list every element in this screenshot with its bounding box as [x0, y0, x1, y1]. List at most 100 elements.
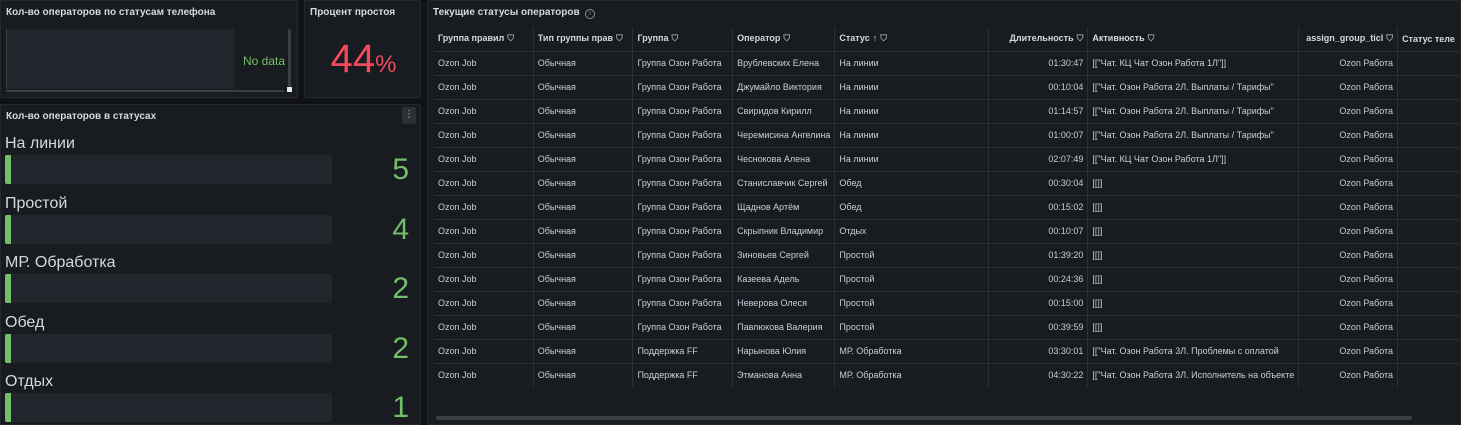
- table-cell: 00:15:02: [988, 195, 1089, 220]
- table-row[interactable]: Ozon Job Обычная Группа Озон Работа Щаднов …: [434, 195, 1460, 220]
- table-row[interactable]: Ozon Job Обычная Группа Озон Работа Павлюко…: [434, 315, 1460, 340]
- table-cell: Обычная: [533, 195, 634, 220]
- table-cell: Ozon Работа: [1298, 363, 1399, 387]
- table-cell: Простой: [834, 267, 990, 292]
- column-header[interactable]: Тип группы прав ⛉: [533, 27, 634, 52]
- table-row[interactable]: Ozon Job Обычная Поддержка FF Нарынова Юлия…: [434, 339, 1460, 364]
- filter-icon[interactable]: ⛉: [1077, 33, 1084, 44]
- horizontal-scrollbar[interactable]: [6, 90, 284, 92]
- column-header[interactable]: Группа правил ⛉: [434, 27, 534, 52]
- table-cell: 01:30:47: [988, 51, 1089, 76]
- table-cell: 04:30:22: [988, 363, 1089, 387]
- table-cell: Ozon Job: [434, 171, 534, 196]
- table-row[interactable]: Ozon Job Обычная Группа Озон Работа Зиновье…: [434, 243, 1460, 268]
- table-cell: Ozon Работа: [1298, 75, 1399, 100]
- table-cell: На линии: [834, 99, 990, 124]
- info-icon[interactable]: i: [585, 9, 595, 19]
- table-cell: [1397, 147, 1460, 172]
- status-value: 1: [392, 391, 409, 424]
- column-header[interactable]: Оператор ⛉: [732, 27, 836, 52]
- table-cell: Ozon Работа: [1298, 99, 1399, 124]
- table-cell: [["Чат. Озон Работа 2Л. Выплаты / Тарифы…: [1087, 99, 1300, 124]
- table-cell: Ozon Job: [434, 147, 534, 172]
- resize-handle[interactable]: [287, 87, 292, 92]
- bar-track: [5, 393, 332, 422]
- status-value: 2: [392, 272, 409, 305]
- table-row[interactable]: Ozon Job Обычная Группа Озон Работа Неверов…: [434, 291, 1460, 316]
- table-row[interactable]: Ozon Job Обычная Поддержка FF Этманова Анна…: [434, 363, 1460, 387]
- bar-fill: [5, 274, 11, 303]
- table-cell: Ozon Job: [434, 315, 534, 340]
- filter-icon[interactable]: ⛉: [507, 33, 514, 44]
- table-cell: Этманова Анна: [732, 363, 836, 387]
- table-cell: Скрыпник Владимир: [732, 219, 836, 244]
- table-cell: Группа Озон Работа: [632, 315, 734, 340]
- bar-track: [5, 274, 332, 303]
- filter-icon[interactable]: ⛉: [616, 33, 623, 44]
- table-cell: Группа Озон Работа: [632, 99, 734, 124]
- table-cell: [[]]: [1087, 267, 1300, 292]
- column-header[interactable]: Статус теле: [1397, 27, 1460, 52]
- operators-table: Группа правил ⛉ Тип группы прав ⛉ Группа ⛉ …: [434, 27, 1460, 387]
- operators-table-panel: Текущие статусы операторов i Группа прав…: [427, 0, 1461, 425]
- table-cell: Ozon Job: [434, 291, 534, 316]
- table-cell: Павлюкова Валерия: [732, 315, 836, 340]
- panel-title: Кол-во операторов по статусам телефона: [6, 7, 216, 18]
- status-bar-item: МР. Обработка 2: [5, 254, 419, 314]
- column-header[interactable]: Активность ⛉: [1087, 27, 1300, 52]
- table-cell: Группа Озон Работа: [632, 219, 734, 244]
- status-label: Обед: [5, 314, 45, 331]
- filter-icon[interactable]: ⛉: [671, 33, 678, 44]
- table-cell: Обычная: [533, 75, 634, 100]
- status-bar-item: Обед 2: [5, 314, 419, 374]
- table-cell: Черемисина Ангелина: [732, 123, 836, 148]
- table-cell: 01:00:07: [988, 123, 1089, 148]
- filter-icon[interactable]: ⛉: [783, 33, 790, 44]
- table-row[interactable]: Ozon Job Обычная Группа Озон Работа Станисл…: [434, 171, 1460, 196]
- column-header[interactable]: Статус ↑ ⛉: [834, 27, 990, 52]
- table-cell: [[]]: [1087, 195, 1300, 220]
- table-cell: Обычная: [533, 99, 634, 124]
- stat-number: 44: [330, 37, 376, 81]
- table-cell: Группа Озон Работа: [632, 243, 734, 268]
- table-row[interactable]: Ozon Job Обычная Группа Озон Работа Казеева…: [434, 267, 1460, 292]
- column-header[interactable]: Группа ⛉: [632, 27, 734, 52]
- table-row[interactable]: Ozon Job Обычная Группа Озон Работа Черемис…: [434, 123, 1460, 148]
- bar-fill: [5, 334, 11, 363]
- table-cell: Джумайло Виктория: [732, 75, 836, 100]
- table-row[interactable]: Ozon Job Обычная Группа Озон Работа Джумайл…: [434, 75, 1460, 100]
- sort-ascending-icon[interactable]: ↑: [873, 33, 878, 43]
- vertical-scrollbar[interactable]: [288, 29, 291, 87]
- table-cell: Ozon Job: [434, 195, 534, 220]
- table-cell: Ozon Job: [434, 267, 534, 292]
- table-header-row: Группа правил ⛉ Тип группы прав ⛉ Группа ⛉ …: [434, 27, 1460, 52]
- table-cell: 00:10:07: [988, 219, 1089, 244]
- table-cell: Обычная: [533, 243, 634, 268]
- filter-icon[interactable]: ⛉: [1148, 33, 1155, 44]
- filter-icon[interactable]: ⛉: [1386, 33, 1393, 44]
- table-cell: Группа Озон Работа: [632, 147, 734, 172]
- table-cell: [1397, 75, 1460, 100]
- table-cell: Ozon Работа: [1298, 339, 1399, 364]
- table-row[interactable]: Ozon Job Обычная Группа Озон Работа Свиридо…: [434, 99, 1460, 124]
- table-row[interactable]: Ozon Job Обычная Группа Озон Работа Чесноко…: [434, 147, 1460, 172]
- table-row[interactable]: Ozon Job Обычная Группа Озон Работа Врублев…: [434, 51, 1460, 76]
- table-cell: Ozon Job: [434, 123, 534, 148]
- table-cell: Ozon Job: [434, 75, 534, 100]
- status-value: 2: [392, 332, 409, 365]
- table-cell: Обычная: [533, 363, 634, 387]
- phone-status-panel: Кол-во операторов по статусам телефона N…: [0, 0, 298, 98]
- stat-value: 44%: [305, 37, 420, 82]
- table-cell: Обед: [834, 171, 990, 196]
- column-header[interactable]: assign_group_ticl ⛉: [1298, 27, 1399, 52]
- panel-menu-icon[interactable]: ⋮: [402, 107, 416, 124]
- table-cell: МР. Обработка: [834, 339, 990, 364]
- column-header[interactable]: Длительность ⛉: [988, 27, 1089, 52]
- table-row[interactable]: Ozon Job Обычная Группа Озон Работа Скрыпни…: [434, 219, 1460, 244]
- table-cell: На линии: [834, 75, 990, 100]
- horizontal-scrollbar[interactable]: [436, 416, 1412, 420]
- filter-icon[interactable]: ⛉: [880, 33, 887, 44]
- table-cell: [1397, 219, 1460, 244]
- no-data-label: No data: [243, 54, 286, 68]
- table-cell: [["Чат. КЦ Чат Озон Работа 1Л"]]: [1087, 51, 1300, 76]
